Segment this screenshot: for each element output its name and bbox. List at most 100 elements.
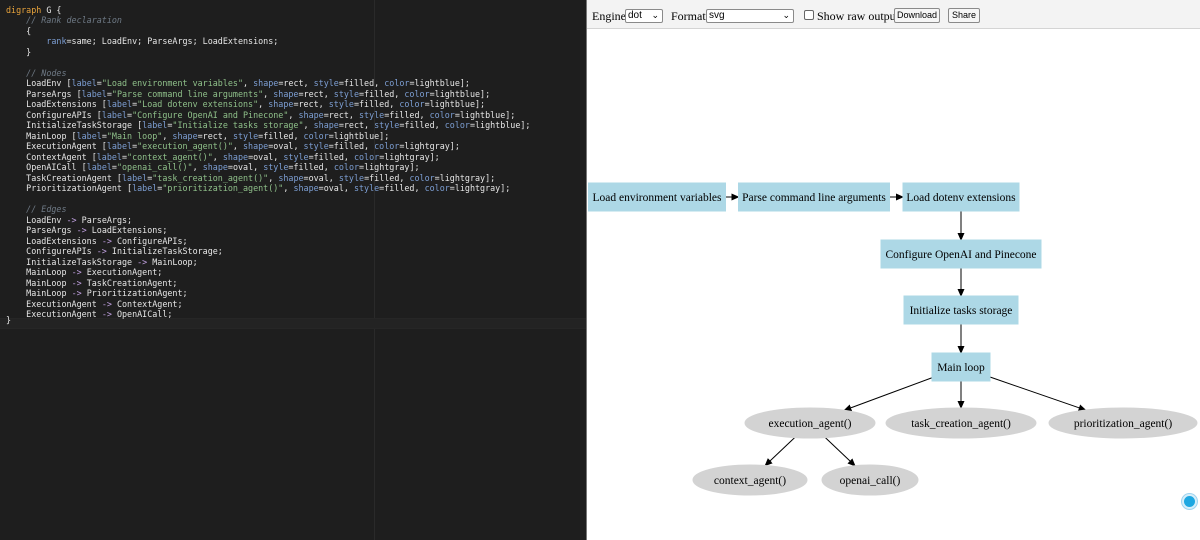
code-token: color (444, 120, 470, 130)
code-token: label (71, 78, 97, 88)
code-line[interactable]: // Nodes (6, 68, 66, 79)
code-token: =filled, (328, 141, 375, 151)
code-token: "Main loop" (106, 131, 163, 141)
code-token: =oval, (318, 183, 354, 193)
code-token: =lightgray]; (449, 183, 511, 193)
graph-node: context_agent() (692, 464, 808, 496)
code-token: style (374, 120, 400, 130)
code-token: OpenAICall; (111, 309, 173, 319)
graph-node: openai_call() (821, 464, 919, 496)
code-line[interactable]: MainLoop -> TaskCreationAgent; (6, 278, 177, 289)
code-token: label (101, 110, 128, 120)
code-token: color (399, 99, 425, 109)
code-token: style (263, 162, 289, 172)
code-line[interactable]: ContextAgent [label="context_agent()", s… (6, 152, 440, 163)
code-token: -> (71, 288, 82, 298)
code-line[interactable]: // Rank declaration (6, 15, 122, 26)
code-token: -> (101, 309, 112, 319)
code-token: -> (137, 257, 148, 267)
show-raw-output-checkbox[interactable] (804, 10, 814, 20)
code-line[interactable]: { (6, 26, 31, 37)
code-token: "openai_call()" (116, 162, 193, 172)
code-token: InitializeTaskStorage [ (6, 120, 143, 130)
code-line[interactable]: InitializeTaskStorage [label="Initialize… (6, 120, 530, 131)
code-token: label (121, 173, 148, 183)
code-line[interactable]: } (6, 315, 11, 326)
code-line[interactable]: // Edges (6, 204, 66, 215)
graph-node: Configure OpenAI and Pinecone (880, 239, 1042, 269)
code-token: shape (202, 162, 228, 172)
code-token: color (429, 110, 455, 120)
code-line[interactable]: MainLoop -> PrioritizationAgent; (6, 288, 187, 299)
code-token: TaskCreationAgent [ (6, 173, 122, 183)
share-button[interactable]: Share (948, 8, 980, 23)
code-token: =filled, (379, 183, 425, 193)
node-label: prioritization_agent() (1074, 418, 1173, 430)
code-line[interactable]: LoadEnv -> ParseArgs; (6, 215, 132, 226)
code-line[interactable]: ParseArgs [label="Parse command line arg… (6, 89, 490, 100)
code-line[interactable]: TaskCreationAgent [label="task_creation_… (6, 173, 495, 184)
code-line[interactable]: LoadEnv [label="Load environment variabl… (6, 78, 470, 89)
code-token: , (192, 162, 203, 172)
code-token: =filled, (384, 110, 430, 120)
code-token: , (162, 131, 173, 141)
code-token: MainLoop [ (6, 131, 77, 141)
code-token: color (384, 78, 410, 88)
code-line[interactable]: ConfigureAPIs [label="Configure OpenAI a… (6, 110, 515, 121)
graph-node: Initialize tasks storage (903, 295, 1019, 325)
code-token: , (232, 141, 244, 151)
code-token: =lightblue]; (328, 131, 390, 141)
format-select[interactable]: svg ⌄ (706, 9, 794, 23)
code-token: style (328, 99, 354, 109)
code-token: shape (222, 152, 249, 162)
code-token: PrioritizationAgent [ (6, 183, 133, 193)
code-token: =filled, (359, 89, 405, 99)
code-line[interactable]: ExecutionAgent [label="execution_agent()… (6, 141, 460, 152)
node-label: task_creation_agent() (911, 418, 1011, 430)
code-token: , (283, 183, 294, 193)
code-token: =oval, (227, 162, 264, 172)
code-token: =lightblue]; (469, 120, 531, 130)
node-label: Parse command line arguments (742, 192, 886, 204)
code-token: // Rank declaration (6, 15, 122, 25)
code-line[interactable]: ParseArgs -> LoadExtensions; (6, 225, 167, 236)
engine-select[interactable]: dot ⌄ (625, 9, 663, 23)
code-line[interactable]: LoadExtensions -> ConfigureAPIs; (6, 236, 187, 247)
code-line[interactable]: LoadExtensions [label="Load dotenv exten… (6, 99, 485, 110)
code-token: digraph (6, 5, 42, 15)
code-token: LoadEnv [ (6, 78, 72, 88)
code-token: "task_creation_agent()" (152, 173, 269, 183)
code-line[interactable]: ExecutionAgent -> ContextAgent; (6, 299, 182, 310)
code-token: label (96, 152, 122, 162)
code-line[interactable]: OpenAICall [label="openai_call()", shape… (6, 162, 419, 173)
code-token: style (338, 173, 365, 183)
graph-node: task_creation_agent() (885, 407, 1037, 439)
node-label: execution_agent() (768, 418, 851, 430)
code-line[interactable]: MainLoop -> ExecutionAgent; (6, 267, 162, 278)
code-line[interactable]: PrioritizationAgent [label="prioritizati… (6, 183, 510, 194)
node-label: Main loop (937, 362, 985, 374)
help-bubble-icon[interactable] (1182, 494, 1197, 509)
code-token: InitializeTaskStorage; (106, 246, 223, 256)
code-line[interactable]: ConfigureAPIs -> InitializeTaskStorage; (6, 246, 223, 257)
node-label: Initialize tasks storage (910, 305, 1013, 317)
format-value: svg (709, 10, 725, 21)
code-token: shape (253, 78, 279, 88)
code-token: } (6, 315, 12, 325)
code-token: style (303, 141, 329, 151)
download-button[interactable]: Download (894, 8, 940, 23)
code-line[interactable]: MainLoop [label="Main loop", shape=rect,… (6, 131, 389, 142)
code-token: -> (101, 299, 112, 309)
code-token: MainLoop (6, 267, 72, 277)
code-editor[interactable]: digraph G { // Rank declaration { rank=s… (0, 0, 586, 540)
code-line[interactable]: ExecutionAgent -> OpenAICall; (6, 309, 172, 320)
code-token: } (6, 47, 32, 57)
code-line[interactable]: rank=same; LoadEnv; ParseArgs; LoadExten… (6, 36, 278, 47)
code-token: ParseArgs (6, 225, 77, 235)
code-token: =filled, (399, 120, 445, 130)
code-token: style (333, 89, 359, 99)
code-line[interactable]: InitializeTaskStorage -> MainLoop; (6, 257, 197, 268)
code-line[interactable]: digraph G { (6, 5, 61, 16)
code-token: ConfigureAPIs [ (6, 110, 102, 120)
code-line[interactable]: } (6, 47, 31, 58)
